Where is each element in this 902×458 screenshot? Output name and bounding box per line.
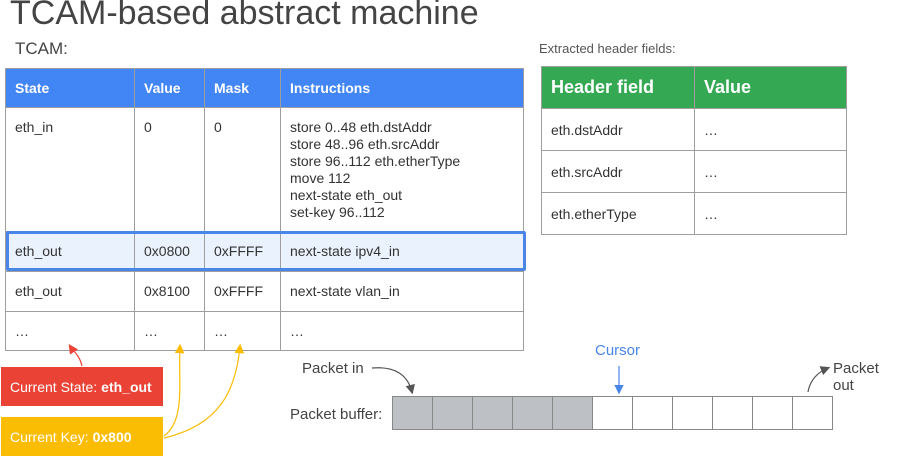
- buffer-cell: [552, 396, 593, 430]
- header-field-row: eth.dstAddr …: [541, 108, 847, 151]
- extracted-fields-label: Extracted header fields:: [539, 41, 676, 56]
- current-key-value: 0x800: [92, 428, 132, 445]
- tcam-cell-mask: …: [204, 311, 281, 351]
- tcam-row: eth_in 0 0 store 0..48 eth.dstAddr store…: [5, 107, 524, 232]
- tcam-header-value: Value: [134, 68, 205, 108]
- tcam-row: eth_out 0x8100 0xFFFF next-state vlan_in: [5, 271, 524, 312]
- instruction-line: store 48..96 eth.srcAddr: [290, 136, 440, 152]
- tcam-header-row: State Value Mask Instructions: [5, 68, 524, 108]
- header-field-name: eth.dstAddr: [541, 108, 695, 151]
- current-key-label: Current Key:: [10, 428, 89, 445]
- tcam-cell-instructions: …: [280, 311, 524, 351]
- instruction-line: store 96..112 eth.etherType: [290, 153, 461, 169]
- buffer-cell: [632, 396, 673, 430]
- tcam-label: TCAM:: [15, 39, 68, 58]
- buffer-cell: [672, 396, 713, 430]
- instruction-line: store 0..48 eth.dstAddr: [290, 119, 432, 135]
- tcam-cell-mask: 0xFFFF: [204, 231, 281, 272]
- header-field-value: …: [694, 192, 847, 235]
- tcam-header-instructions: Instructions: [280, 68, 524, 108]
- header-field-value: …: [694, 108, 847, 151]
- header-value-column: Value: [694, 66, 847, 109]
- header-field-row: eth.srcAddr …: [541, 150, 847, 193]
- tcam-cell-instructions: store 0..48 eth.dstAddr store 48..96 eth…: [280, 107, 524, 232]
- current-key-box: Current Key: 0x800: [1, 417, 163, 456]
- instruction-line: set-key 96..112: [290, 204, 385, 220]
- tcam-row: … … … …: [5, 311, 524, 351]
- packet-in-arrow: [371, 367, 415, 395]
- header-fields-header-row: Header field Value: [541, 66, 847, 109]
- tcam-header-mask: Mask: [204, 68, 281, 108]
- current-state-value: eth_out: [101, 378, 152, 395]
- tcam-cell-state: eth_in: [5, 107, 135, 232]
- tcam-header-state: State: [5, 68, 135, 108]
- tcam-cell-value: 0x0800: [134, 231, 205, 272]
- buffer-cell: [432, 396, 473, 430]
- packet-in-label: Packet in: [302, 360, 364, 377]
- tcam-cell-state: eth_out: [5, 231, 135, 272]
- buffer-cell: [752, 396, 793, 430]
- buffer-cell: [392, 396, 433, 430]
- header-fields-table: Header field Value eth.dstAddr … eth.src…: [541, 66, 847, 235]
- header-field-name: eth.srcAddr: [541, 150, 695, 193]
- cursor-label: Cursor: [595, 342, 641, 359]
- current-state-label: Current State:: [10, 378, 98, 395]
- buffer-cell: [472, 396, 513, 430]
- packet-buffer: [392, 396, 833, 430]
- buffer-cell: [512, 396, 553, 430]
- tcam-cell-state: eth_out: [5, 271, 135, 312]
- tcam-cell-instructions: next-state ipv4_in: [280, 231, 524, 272]
- packet-out-arrow: [807, 366, 831, 393]
- tcam-cell-state: …: [5, 311, 135, 351]
- page-title: TCAM-based abstract machine: [10, 0, 479, 32]
- tcam-cell-value: …: [134, 311, 205, 351]
- header-field-name: eth.etherType: [541, 192, 695, 235]
- key-value-arrow: [163, 343, 185, 437]
- tcam-table: State Value Mask Instructions eth_in 0 0…: [5, 68, 524, 351]
- tcam-cell-instructions: next-state vlan_in: [280, 271, 524, 312]
- instruction-line: next-state eth_out: [290, 187, 403, 203]
- tcam-row-matched: eth_out 0x0800 0xFFFF next-state ipv4_in: [5, 231, 524, 272]
- header-field-row: eth.etherType …: [541, 192, 847, 235]
- packet-out-label: Packet out: [833, 360, 879, 394]
- current-state-box: Current State: eth_out: [1, 367, 163, 406]
- tcam-cell-mask: 0: [204, 107, 281, 232]
- instruction-line: move 112: [290, 170, 351, 186]
- buffer-cell: [712, 396, 753, 430]
- key-mask-arrow: [163, 343, 245, 439]
- header-field-column: Header field: [541, 66, 695, 109]
- header-field-value: …: [694, 150, 847, 193]
- tcam-cell-value: 0: [134, 107, 205, 232]
- buffer-cell: [792, 396, 833, 430]
- packet-buffer-label: Packet buffer:: [290, 406, 383, 423]
- tcam-cell-value: 0x8100: [134, 271, 205, 312]
- buffer-cell: [592, 396, 633, 430]
- tcam-cell-mask: 0xFFFF: [204, 271, 281, 312]
